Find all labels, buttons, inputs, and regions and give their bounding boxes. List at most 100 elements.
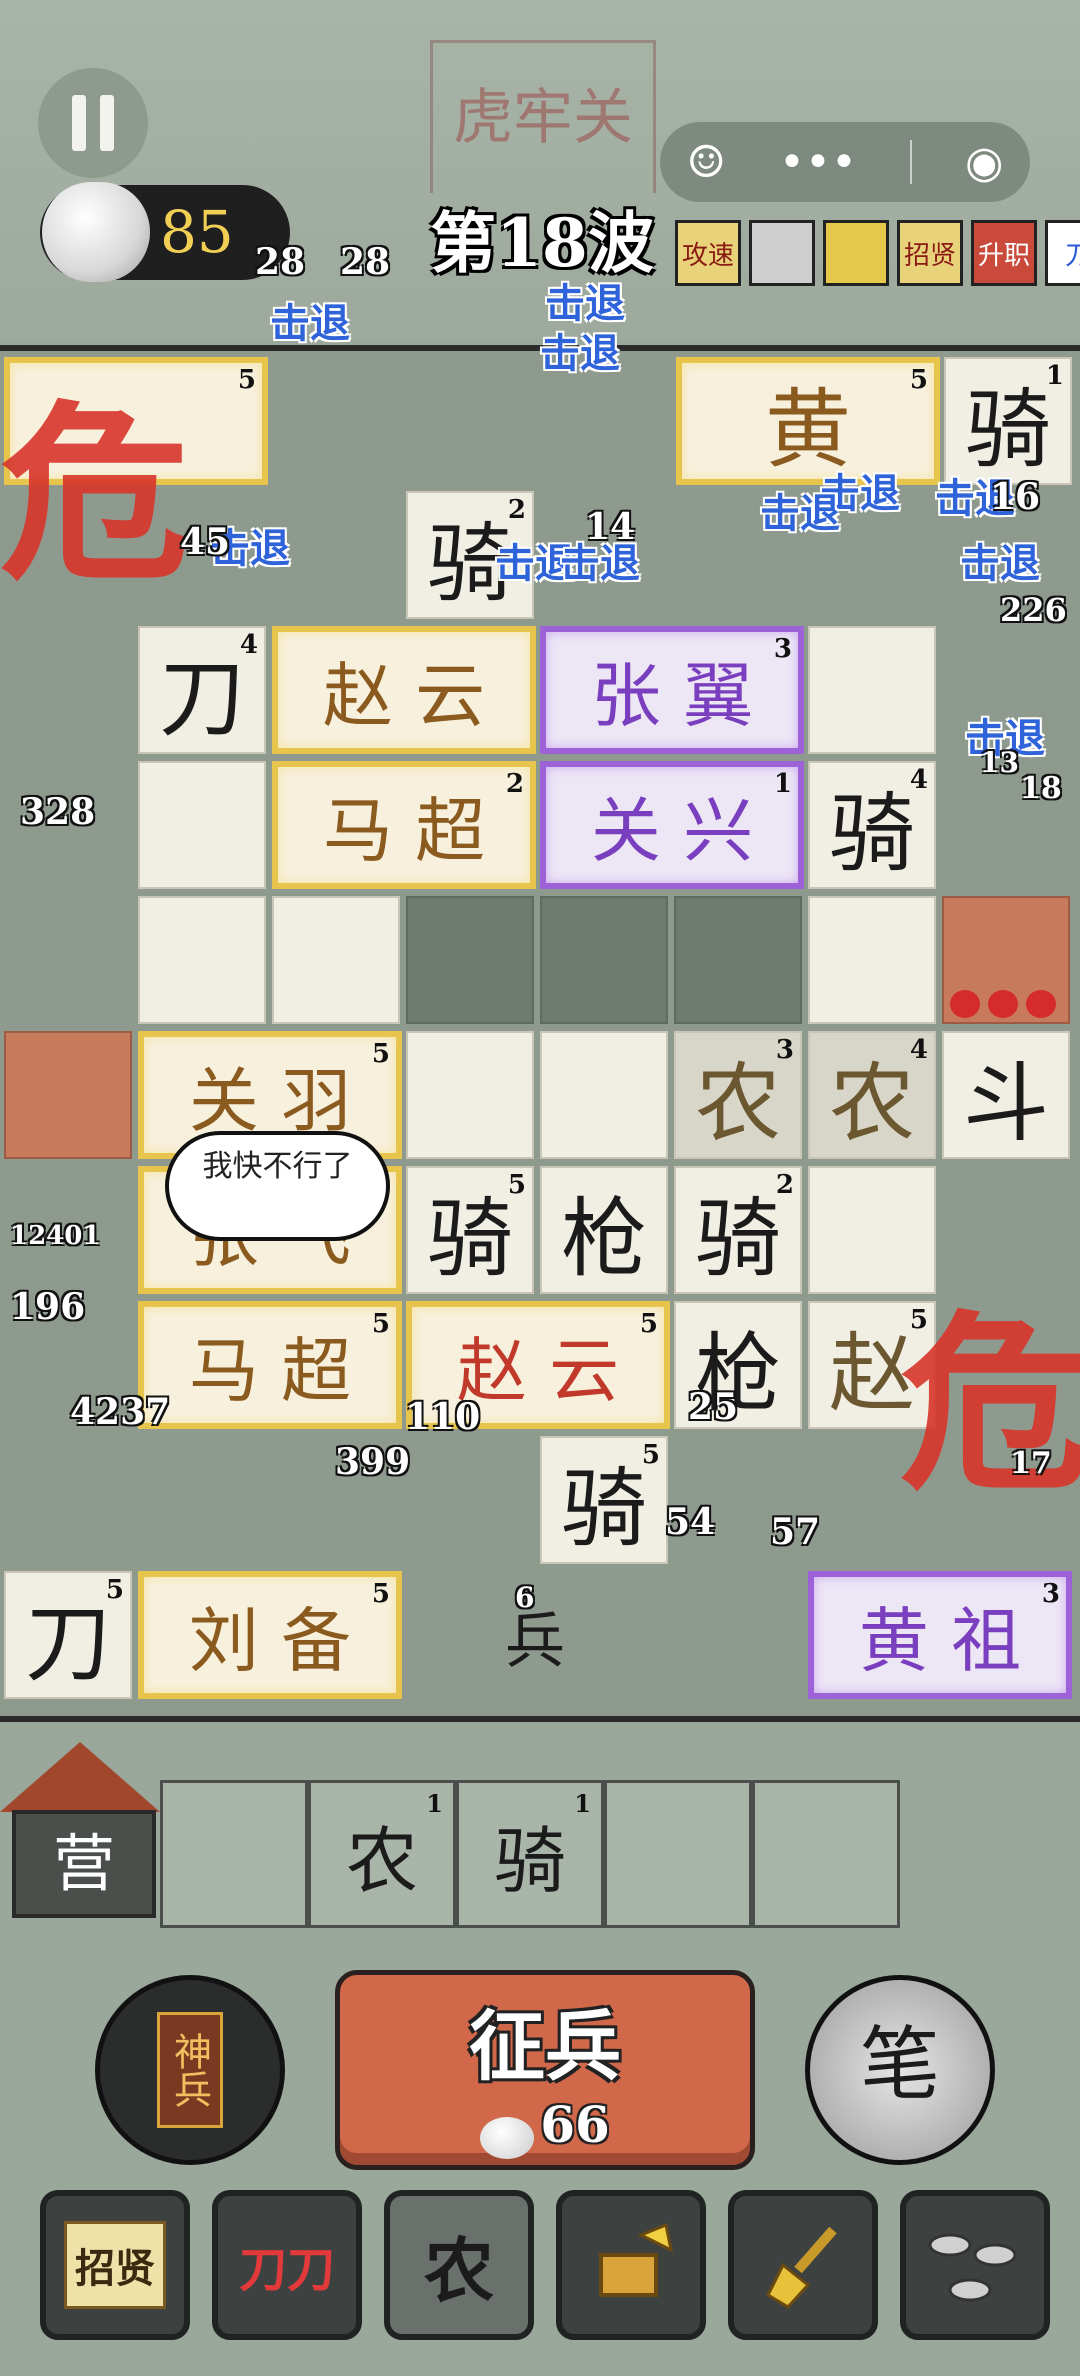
close-button[interactable]: ◉ bbox=[965, 137, 1003, 188]
brush-button[interactable]: 笔 bbox=[805, 1975, 995, 2165]
unit-level: 5 bbox=[105, 1575, 124, 1605]
buff-bullets[interactable] bbox=[749, 220, 815, 286]
board-cell[interactable]: 赵 云 bbox=[272, 626, 536, 754]
board-cell[interactable]: 张 翼 3 bbox=[540, 626, 804, 754]
damage-number: 54 bbox=[665, 1501, 716, 1543]
damage-number: 25 bbox=[688, 1386, 739, 1428]
board-cell[interactable]: 刀 5 bbox=[4, 1571, 132, 1699]
board-cell[interactable]: 刀 4 bbox=[138, 626, 266, 754]
damage-number: 57 bbox=[770, 1511, 821, 1553]
farmer-tool[interactable]: 农 bbox=[384, 2190, 534, 2340]
damage-number: 196 bbox=[10, 1286, 86, 1328]
damage-number: 28 bbox=[340, 241, 391, 283]
damage-number: 14 bbox=[585, 506, 636, 548]
barricade bbox=[4, 1031, 132, 1159]
unit-level: 5 bbox=[909, 365, 928, 395]
board-cell[interactable]: 马 超 5 bbox=[138, 1301, 402, 1429]
board-cell[interactable]: 马 超 2 bbox=[272, 761, 536, 889]
damage-number: 4237 bbox=[70, 1391, 171, 1433]
damage-number: 18 bbox=[1020, 771, 1062, 806]
board-cell[interactable] bbox=[406, 1031, 534, 1159]
more-button[interactable]: ••• bbox=[779, 137, 857, 188]
board-cell[interactable] bbox=[808, 896, 936, 1024]
unit-glyph: 黄 祖 bbox=[858, 1599, 1022, 1682]
board-cell[interactable]: 黄 5 bbox=[676, 357, 940, 485]
camp-roof bbox=[0, 1742, 160, 1812]
board-cell-empty[interactable] bbox=[674, 896, 802, 1024]
knockback-label: 击退 bbox=[270, 300, 350, 347]
unit-level: 5 bbox=[371, 1579, 390, 1609]
buff-shovel[interactable] bbox=[823, 220, 889, 286]
barricade bbox=[942, 896, 1070, 1024]
board-cell[interactable]: 斗 bbox=[942, 1031, 1070, 1159]
board-cell[interactable]: 骑 5 bbox=[406, 1166, 534, 1294]
board-cell[interactable] bbox=[540, 1031, 668, 1159]
unit-glyph: 刘 备 bbox=[188, 1599, 352, 1682]
treasure-shovel-tool[interactable] bbox=[556, 2190, 706, 2340]
board-cell[interactable] bbox=[138, 896, 266, 1024]
unit-level: 4 bbox=[909, 1035, 928, 1065]
unit-level: 5 bbox=[507, 1170, 526, 1200]
board-cell[interactable]: 黄 祖 3 bbox=[808, 1571, 1072, 1699]
heart-icon bbox=[988, 990, 1018, 1018]
steamed-bun-icon bbox=[480, 2116, 535, 2159]
damage-number: 328 bbox=[20, 791, 96, 833]
damage-number: 6 bbox=[515, 1581, 535, 1614]
unit-level: 1 bbox=[773, 769, 792, 799]
buff-promote[interactable]: 升职 bbox=[971, 220, 1037, 286]
damage-number: 28 bbox=[255, 241, 306, 283]
unit-glyph: 赵 云 bbox=[322, 654, 486, 737]
resource-count: 85 bbox=[160, 198, 234, 266]
unit-level: 4 bbox=[909, 765, 928, 795]
ghost-icon[interactable]: ☺ bbox=[687, 137, 726, 188]
shovel-icon bbox=[766, 2226, 837, 2309]
board-cell[interactable] bbox=[272, 896, 400, 1024]
reserve-slot[interactable] bbox=[604, 1780, 752, 1928]
steamed-bun-icon bbox=[42, 182, 150, 282]
board-cell[interactable] bbox=[808, 626, 936, 754]
unit-level: 5 bbox=[641, 1440, 660, 1470]
pause-button[interactable] bbox=[38, 68, 148, 178]
board-cell[interactable]: 骑 5 bbox=[540, 1436, 668, 1564]
reserve-slot[interactable]: 农 1 bbox=[308, 1780, 456, 1928]
buff-attack-speed[interactable]: 攻速 bbox=[675, 220, 741, 286]
recruit-scroll-tool[interactable]: 招贤 bbox=[40, 2190, 190, 2340]
farmer-icon: 农 bbox=[424, 2228, 494, 2312]
unit-level: 5 bbox=[237, 365, 256, 395]
unit-level: 3 bbox=[775, 1035, 794, 1065]
board-cell[interactable]: 骑 2 bbox=[674, 1166, 802, 1294]
board-cell[interactable]: 农 3 bbox=[674, 1031, 802, 1159]
scroll-icon: 招贤 bbox=[64, 2221, 166, 2309]
reserve-slot[interactable]: 骑 1 bbox=[456, 1780, 604, 1928]
recruit-button[interactable]: 征兵 66 bbox=[335, 1970, 755, 2170]
board-cell[interactable]: 刘 备 5 bbox=[138, 1571, 402, 1699]
reserve-slot[interactable] bbox=[752, 1780, 900, 1928]
board-cell-empty[interactable] bbox=[540, 896, 668, 1024]
board-cell[interactable]: 骑 4 bbox=[808, 761, 936, 889]
board-cell[interactable]: 农 4 bbox=[808, 1031, 936, 1159]
unit-glyph: 骑 bbox=[493, 1818, 566, 1903]
reserve-slots: 农 1 骑 1 bbox=[160, 1780, 900, 1928]
buff-blade[interactable]: 刀 bbox=[1045, 220, 1080, 286]
unit-level: 5 bbox=[371, 1309, 390, 1339]
unit-level: 1 bbox=[426, 1789, 443, 1818]
shovel-tool[interactable] bbox=[728, 2190, 878, 2340]
bullets-tool[interactable] bbox=[900, 2190, 1050, 2340]
board-cell-empty[interactable] bbox=[406, 896, 534, 1024]
damage-number: 399 bbox=[335, 1441, 411, 1483]
mini-program-capsule: ☺ ••• ◉ bbox=[660, 122, 1030, 202]
damage-number: 17 bbox=[1010, 1446, 1052, 1481]
camp-button[interactable]: 营 bbox=[12, 1810, 156, 1918]
buff-recruit[interactable]: 招贤 bbox=[897, 220, 963, 286]
board-cell[interactable] bbox=[138, 761, 266, 889]
heart-icon bbox=[1026, 990, 1056, 1018]
reserve-slot[interactable] bbox=[160, 1780, 308, 1928]
board-cell[interactable]: 枪 bbox=[540, 1166, 668, 1294]
board-cell[interactable]: 关 兴 1 bbox=[540, 761, 804, 889]
knockback-label: 击退 bbox=[540, 330, 620, 377]
game-board: 5 黄 5 骑 1 骑 2 刀 4 赵 云 张 翼 3 马 超 2 关 兴 1 … bbox=[0, 241, 1080, 1722]
damage-number: 110 bbox=[405, 1396, 481, 1438]
unit-level: 5 bbox=[639, 1309, 658, 1339]
blade-tool[interactable]: 刀刀 bbox=[212, 2190, 362, 2340]
divine-weapon-button[interactable]: 神兵 bbox=[95, 1975, 285, 2165]
